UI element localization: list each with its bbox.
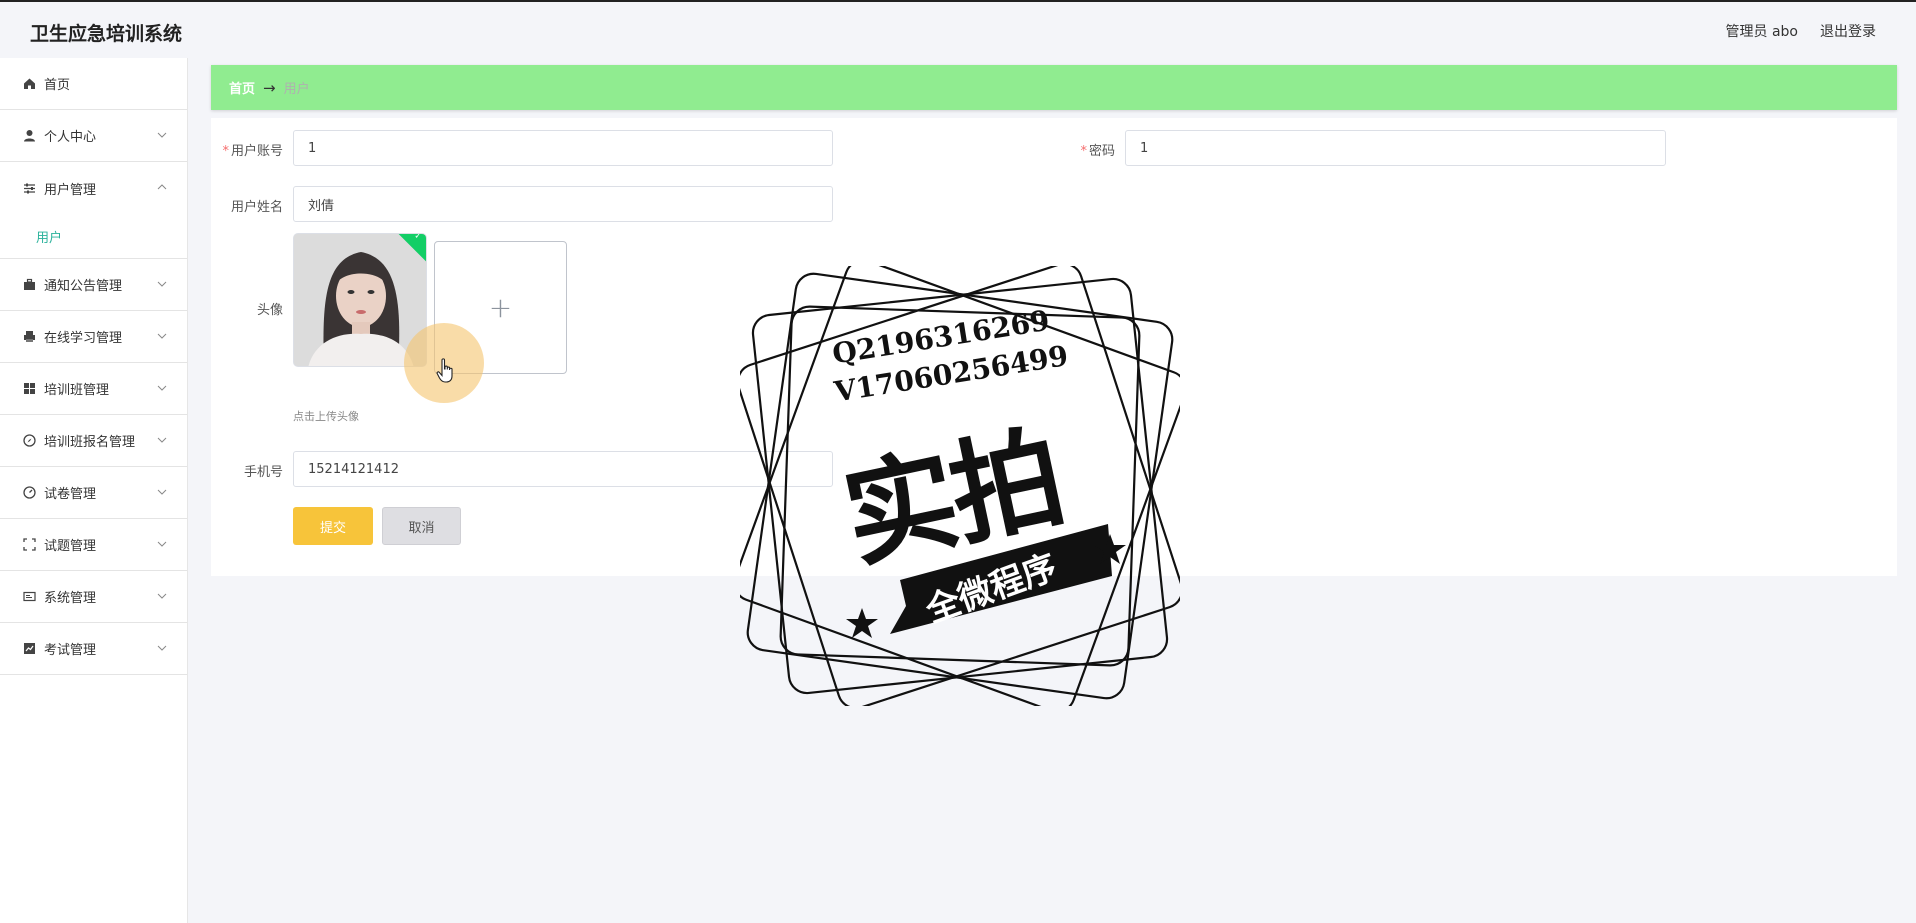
sidebar-item-label: 在线学习管理: [44, 331, 123, 346]
password-input[interactable]: 1: [1125, 130, 1666, 166]
password-label-text: 密码: [1088, 144, 1115, 159]
header-right: 管理员 abo 退出登录: [1726, 21, 1876, 41]
sidebar-item-online-learning[interactable]: 在线学习管理: [0, 311, 187, 363]
password-label: * 密码: [1041, 140, 1115, 159]
sidebar: 首页 个人中心 用户管理 用户 通知公告管理 在线学习管理 培训班管理 培训班报…: [0, 58, 188, 923]
hand-cursor-icon: [436, 358, 453, 383]
chart-icon: [22, 642, 36, 656]
app-title: 卫生应急培训系统: [30, 23, 183, 45]
sidebar-item-label: 试题管理: [44, 539, 97, 554]
chevron-down-icon: [157, 333, 167, 339]
home-icon: [22, 77, 36, 91]
sidebar-item-exam-management[interactable]: 考试管理: [0, 623, 187, 675]
frame-icon: [22, 538, 36, 552]
name-label: 用户姓名: [230, 200, 283, 215]
logout-link[interactable]: 退出登录: [1820, 21, 1876, 41]
sidebar-item-label: 培训班管理: [44, 383, 110, 398]
avatar-hint: 点击上传头像: [293, 410, 359, 423]
breadcrumb: 首页 → 用户: [211, 65, 1897, 110]
sidebar-item-label: 系统管理: [44, 591, 97, 606]
plus-icon: +: [488, 291, 513, 324]
admin-user-label[interactable]: 管理员 abo: [1726, 21, 1798, 41]
account-input[interactable]: 1: [293, 130, 833, 166]
sidebar-item-label: 首页: [44, 78, 71, 93]
cancel-button[interactable]: 取消: [382, 507, 461, 545]
chevron-down-icon: [157, 489, 167, 495]
sidebar-subitem-users[interactable]: 用户: [0, 214, 187, 258]
sidebar-item-label: 个人中心: [44, 130, 97, 145]
grid-icon: [22, 382, 36, 396]
chevron-down-icon: [157, 281, 167, 287]
sidebar-group-user-management: 用户管理 用户: [0, 162, 187, 259]
breadcrumb-arrow-icon: →: [263, 78, 276, 97]
sidebar-item-system-management[interactable]: 系统管理: [0, 571, 187, 623]
sidebar-item-label: 用户管理: [44, 182, 97, 198]
chevron-down-icon: [157, 645, 167, 651]
avatar-label: 头像: [256, 303, 283, 318]
card-icon: [22, 590, 36, 604]
sidebar-item-notice-management[interactable]: 通知公告管理: [0, 259, 187, 311]
chevron-down-icon: [157, 385, 167, 391]
required-mark: *: [222, 144, 229, 159]
sidebar-item-label: 试卷管理: [44, 487, 97, 502]
required-mark: *: [1080, 144, 1087, 159]
check-icon: ✓: [414, 233, 422, 242]
sidebar-item-home[interactable]: 首页: [0, 58, 187, 110]
name-input[interactable]: 刘倩: [293, 186, 833, 222]
sliders-icon: [22, 181, 36, 195]
top-header: 卫生应急培训系统 管理员 abo 退出登录: [0, 2, 1916, 58]
sidebar-item-user-management[interactable]: 用户管理: [0, 162, 187, 214]
chevron-up-icon: [157, 184, 167, 190]
briefcase-icon: [22, 278, 36, 292]
user-icon: [22, 129, 36, 143]
sidebar-item-training-class[interactable]: 培训班管理: [0, 363, 187, 415]
sidebar-item-question-management[interactable]: 试题管理: [0, 519, 187, 571]
account-label: * 用户账号: [209, 140, 283, 159]
sidebar-item-class-signup[interactable]: 培训班报名管理: [0, 415, 187, 467]
sidebar-item-paper-management[interactable]: 试卷管理: [0, 467, 187, 519]
sidebar-item-label: 培训班报名管理: [44, 435, 136, 450]
chevron-down-icon: [157, 132, 167, 138]
sidebar-item-label: 考试管理: [44, 643, 97, 658]
compass-icon: [22, 434, 36, 448]
sidebar-item-personal-center[interactable]: 个人中心: [0, 110, 187, 162]
submit-button[interactable]: 提交: [293, 507, 373, 545]
breadcrumb-current: 用户: [283, 82, 310, 97]
account-label-text: 用户账号: [230, 144, 283, 159]
chevron-down-icon: [157, 541, 167, 547]
phone-label: 手机号: [243, 465, 283, 480]
chevron-down-icon: [157, 593, 167, 599]
breadcrumb-home-link[interactable]: 首页: [229, 78, 255, 97]
printer-icon: [22, 330, 36, 344]
gauge-icon: [22, 486, 36, 500]
sidebar-item-label: 通知公告管理: [44, 279, 123, 294]
chevron-down-icon: [157, 437, 167, 443]
